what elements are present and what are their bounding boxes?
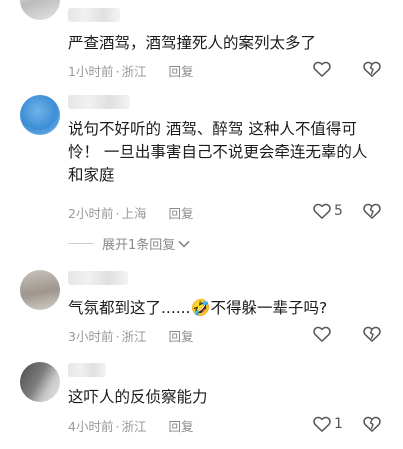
dislike-heart-icon	[363, 326, 381, 342]
heart-icon	[313, 203, 331, 219]
reply-button[interactable]: 回复	[168, 206, 193, 221]
comment-actions: 1	[313, 414, 381, 434]
reply-button[interactable]: 回复	[168, 329, 193, 344]
heart-icon	[313, 326, 331, 342]
comment-text: 说句不好听的 酒驾、醉驾 这种人不值得可怜！ 一旦出事害自己不说更会牵连无辜的人…	[68, 120, 368, 184]
comment-item: 严查酒驾，酒驾撞死人的案列太多了 1小时前 · 浙江 回复	[0, 0, 403, 85]
dislike-button[interactable]	[363, 416, 381, 432]
comment-item: 这吓人的反侦察能力 4小时前 · 浙江 回复 1	[0, 358, 403, 449]
dislike-button[interactable]	[363, 326, 381, 342]
comment-location: 上海	[121, 206, 147, 221]
comment-time: 4小时前	[68, 419, 114, 434]
username[interactable]	[68, 363, 106, 377]
avatar[interactable]	[20, 362, 60, 402]
dislike-heart-icon	[363, 61, 381, 77]
like-button[interactable]	[313, 326, 363, 342]
reply-button[interactable]: 回复	[168, 419, 193, 434]
dislike-button[interactable]	[363, 203, 381, 219]
comment-actions: 5	[313, 201, 381, 221]
like-button[interactable]	[313, 61, 363, 77]
comment-meta: 1小时前 · 浙江 回复	[68, 61, 193, 80]
comment-item: 气氛都到这了......🤣不得躲一辈子吗? 3小时前 · 浙江 回复	[0, 268, 403, 350]
heart-icon	[313, 416, 331, 432]
comment-text-part: 不得躲一辈子吗?	[210, 299, 328, 317]
username[interactable]	[68, 95, 130, 109]
laughing-emoji-icon: 🤣	[190, 298, 211, 317]
comment-text: 气氛都到这了......🤣不得躲一辈子吗?	[68, 296, 378, 320]
meta-separator: ·	[115, 64, 120, 79]
comment-time: 1小时前	[68, 64, 114, 79]
comment-location: 浙江	[121, 419, 147, 434]
meta-separator: ·	[115, 206, 120, 221]
like-button[interactable]: 5	[313, 203, 363, 219]
comment-meta: 4小时前 · 浙江 回复	[68, 416, 193, 435]
like-button[interactable]: 1	[313, 416, 363, 432]
comment-location: 浙江	[121, 64, 147, 79]
comment-meta: 3小时前 · 浙江 回复	[68, 326, 193, 345]
expand-replies-label: 展开1条回复	[102, 238, 176, 253]
comment-time: 3小时前	[68, 329, 114, 344]
comment-item: 说句不好听的 酒驾、醉驾 这种人不值得可怜！ 一旦出事害自己不说更会牵连无辜的人…	[0, 92, 403, 262]
username[interactable]	[68, 271, 128, 285]
dislike-heart-icon	[363, 203, 381, 219]
username[interactable]	[68, 8, 120, 22]
like-count: 5	[334, 203, 343, 219]
like-count: 1	[334, 416, 343, 432]
comment-text: 这吓人的反侦察能力	[68, 388, 208, 406]
avatar[interactable]	[20, 95, 60, 135]
chevron-down-icon	[178, 240, 190, 248]
dislike-button[interactable]	[363, 61, 381, 77]
meta-separator: ·	[115, 419, 120, 434]
avatar[interactable]	[20, 270, 60, 310]
comment-text: 严查酒驾，酒驾撞死人的案列太多了	[68, 34, 317, 52]
meta-separator: ·	[115, 329, 120, 344]
comment-actions	[313, 59, 381, 79]
expand-divider	[68, 243, 94, 244]
reply-button[interactable]: 回复	[168, 64, 193, 79]
comment-time: 2小时前	[68, 206, 114, 221]
heart-icon	[313, 61, 331, 77]
avatar[interactable]	[20, 0, 60, 20]
expand-replies-button[interactable]: 展开1条回复	[68, 234, 190, 253]
comment-actions	[313, 324, 381, 344]
comment-location: 浙江	[121, 329, 147, 344]
comment-meta: 2小时前 · 上海 回复	[68, 203, 193, 222]
comment-text-part: 气氛都到这了......	[68, 299, 191, 317]
dislike-heart-icon	[363, 416, 381, 432]
